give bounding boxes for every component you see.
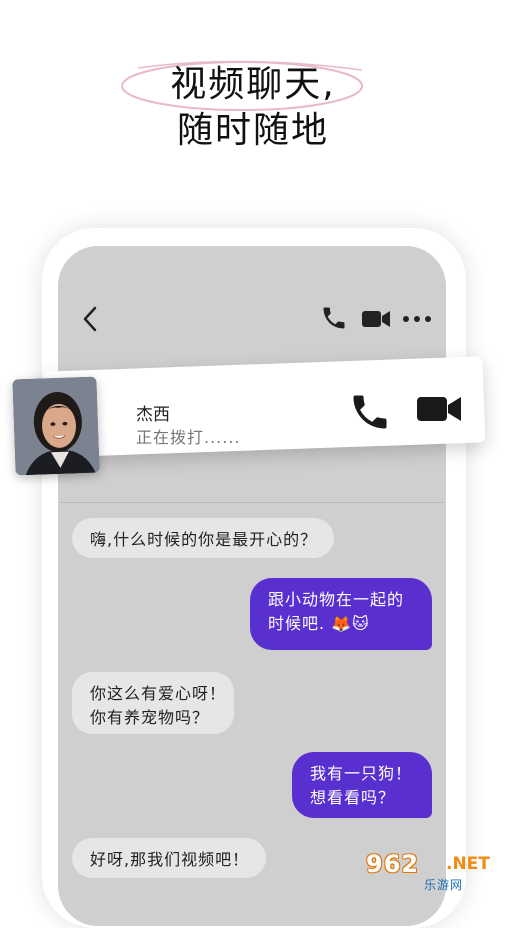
message-text: 想看看吗？ bbox=[310, 788, 396, 807]
message-text: 时候吧. 🦊🐱 bbox=[268, 614, 370, 633]
message-outgoing: 跟小动物在一起的 时候吧. 🦊🐱 bbox=[250, 578, 432, 650]
headline-line-1: 视频聊天, bbox=[170, 64, 336, 105]
message-text: 跟小动物在一起的 bbox=[268, 590, 405, 609]
message-text: 你这么有爱心呀！ bbox=[90, 684, 227, 703]
caller-avatar bbox=[12, 376, 100, 476]
header-divider bbox=[60, 502, 444, 503]
message-text: 我有一只狗！ bbox=[310, 764, 413, 783]
answer-call-phone-icon[interactable] bbox=[348, 390, 392, 434]
watermark-brand: 962 bbox=[366, 850, 420, 878]
video-camera-icon[interactable] bbox=[361, 309, 391, 329]
more-horizontal-icon[interactable] bbox=[402, 314, 432, 324]
phone-icon[interactable] bbox=[320, 304, 348, 332]
message-text: 好呀,那我们视频吧！ bbox=[90, 850, 250, 869]
headline-line-2: 随时随地 bbox=[176, 110, 329, 151]
message-incoming: 你这么有爱心呀！ 你有养宠物吗？ bbox=[72, 672, 234, 734]
message-incoming: 好呀,那我们视频吧！ bbox=[72, 838, 266, 878]
message-incoming: 嗨,什么时候的你是最开心的？ bbox=[72, 518, 334, 558]
message-text: 嗨,什么时候的你是最开心的？ bbox=[90, 530, 318, 549]
caller-name: 杰西 bbox=[136, 405, 170, 425]
message-text: 你有养宠物吗？ bbox=[90, 708, 210, 727]
answer-video-camera-icon[interactable] bbox=[416, 394, 462, 424]
message-outgoing: 我有一只狗！ 想看看吗？ bbox=[292, 752, 432, 818]
chevron-left-icon[interactable] bbox=[80, 304, 100, 334]
watermark-suffix: .NET bbox=[446, 854, 490, 874]
call-status: 正在拨打...... bbox=[136, 428, 241, 447]
headline: 视频聊天, 随时随地 bbox=[0, 62, 506, 154]
watermark-site: 乐游网 bbox=[424, 878, 464, 892]
